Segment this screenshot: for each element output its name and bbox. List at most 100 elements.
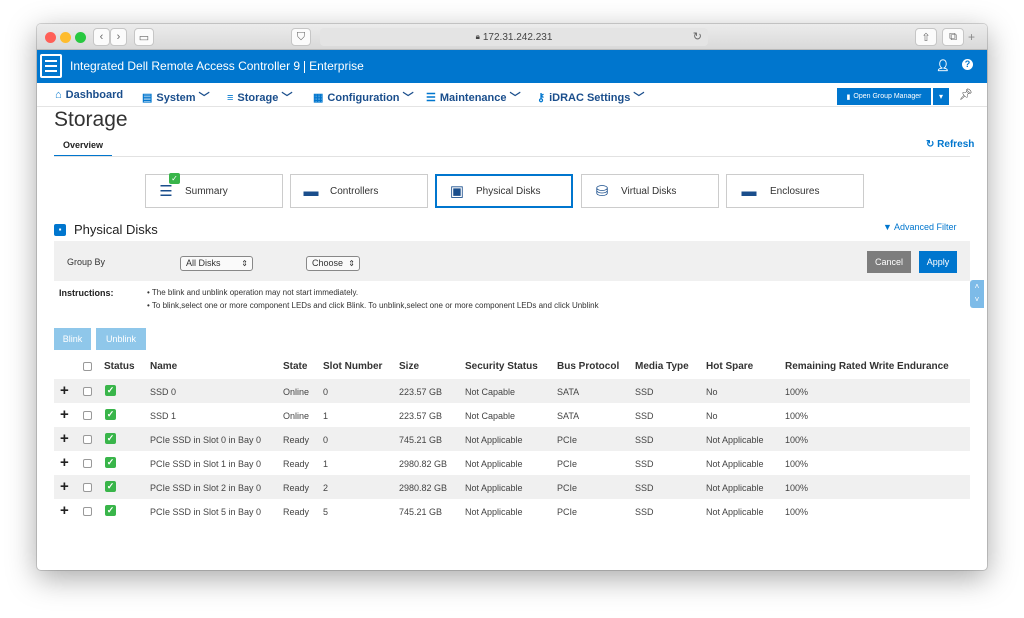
unblink-button[interactable]: Unblink bbox=[96, 328, 146, 350]
select-all-checkbox[interactable] bbox=[83, 362, 92, 371]
header-size[interactable]: Size bbox=[399, 361, 419, 372]
reload-icon[interactable]: ↻ bbox=[693, 30, 702, 43]
group-manager-dropdown-button[interactable]: ▾ bbox=[933, 88, 949, 105]
expand-icon[interactable]: + bbox=[60, 502, 69, 519]
nav-storage[interactable]: ≡ Storage ﹀ bbox=[227, 89, 292, 105]
open-group-manager-button[interactable]: ▮ Open Group Manager bbox=[837, 88, 931, 105]
row-checkbox[interactable] bbox=[83, 459, 92, 468]
expand-icon[interactable]: + bbox=[60, 430, 69, 447]
status-ok-icon: ✓ bbox=[105, 505, 116, 516]
table-row[interactable]: + ✓ PCIe SSD in Slot 5 in Bay 0 Ready 5 745.2… bbox=[54, 499, 970, 523]
header-remaining-endurance[interactable]: Remaining Rated Write Endurance bbox=[785, 361, 949, 372]
cell-state: Online bbox=[283, 411, 310, 421]
card-physical-disks[interactable]: ▣ Physical Disks bbox=[435, 174, 573, 208]
nav-configuration-label: Configuration bbox=[327, 92, 400, 104]
nav-maintenance[interactable]: ☰ Maintenance ﹀ bbox=[426, 89, 521, 105]
header-status[interactable]: Status bbox=[104, 361, 135, 372]
cell-endurance: 100% bbox=[785, 483, 809, 493]
group-by-select[interactable]: All Disks ⇕ bbox=[180, 256, 253, 271]
zoom-window-button[interactable] bbox=[75, 32, 86, 43]
select-arrows-icon: ⇕ bbox=[241, 259, 248, 268]
summary-icon: ☰ ✓ bbox=[155, 173, 180, 201]
refresh-icon: ↻ bbox=[926, 139, 935, 150]
cell-media: SSD bbox=[635, 411, 654, 421]
nav-system[interactable]: ▤ System ﹀ bbox=[142, 89, 210, 105]
table-header: Status Name State Slot Number Size Secur… bbox=[54, 354, 970, 379]
expand-icon[interactable]: + bbox=[60, 454, 69, 471]
nav-idrac-settings[interactable]: ⚷ iDRAC Settings ﹀ bbox=[537, 89, 644, 105]
group-by-label: Group By bbox=[67, 257, 106, 267]
header-security-status[interactable]: Security Status bbox=[465, 361, 538, 372]
advanced-filter-label: Advanced Filter bbox=[893, 222, 957, 232]
cell-security: Not Capable bbox=[465, 411, 516, 421]
cell-bus: SATA bbox=[557, 387, 580, 397]
address-bar[interactable]: 🔒︎ 172.31.242.231 ↻ bbox=[320, 28, 708, 46]
status-ok-icon: ✓ bbox=[105, 457, 116, 468]
cell-state: Ready bbox=[283, 435, 310, 445]
sidebar-toggle-icon[interactable]: ▭ bbox=[134, 28, 154, 46]
scroll-nav-tab[interactable]: ˄ ˅ bbox=[970, 280, 984, 308]
expand-icon[interactable]: + bbox=[60, 478, 69, 495]
cell-state: Online bbox=[283, 387, 310, 397]
row-checkbox[interactable] bbox=[83, 483, 92, 492]
table-row[interactable]: + ✓ PCIe SSD in Slot 0 in Bay 0 Ready 0 745.2… bbox=[54, 427, 970, 451]
table-row[interactable]: + ✓ PCIe SSD in Slot 2 in Bay 0 Ready 2 2980.… bbox=[54, 475, 970, 499]
cell-size: 223.57 GB bbox=[399, 387, 443, 397]
cell-security: Not Applicable bbox=[465, 435, 523, 445]
main-nav: ⌂ Dashboard ▤ System ﹀ ≡ Storage ﹀ ▦ Configu… bbox=[37, 83, 987, 107]
expand-icon[interactable]: + bbox=[60, 406, 69, 423]
shield-icon[interactable]: ⛉ bbox=[291, 28, 311, 46]
expand-icon[interactable]: + bbox=[60, 382, 69, 399]
forward-button[interactable]: › bbox=[110, 28, 127, 46]
card-controllers[interactable]: ▬ Controllers bbox=[290, 174, 428, 208]
back-button[interactable]: ‹ bbox=[93, 28, 110, 46]
key-icon: ⚷ bbox=[537, 92, 546, 104]
table-row[interactable]: + ✓ PCIe SSD in Slot 1 in Bay 0 Ready 1 2980.… bbox=[54, 451, 970, 475]
row-checkbox[interactable] bbox=[83, 507, 92, 516]
share-icon[interactable]: ⇧ bbox=[915, 28, 937, 46]
header-media-type[interactable]: Media Type bbox=[635, 361, 689, 372]
row-checkbox[interactable] bbox=[83, 387, 92, 396]
chevron-down-icon: ˅ bbox=[974, 295, 980, 304]
nav-dashboard[interactable]: ⌂ Dashboard bbox=[55, 89, 123, 101]
cell-security: Not Applicable bbox=[465, 507, 523, 517]
row-checkbox[interactable] bbox=[83, 435, 92, 444]
cancel-button[interactable]: Cancel bbox=[867, 251, 911, 273]
apply-button[interactable]: Apply bbox=[919, 251, 957, 273]
header-state[interactable]: State bbox=[283, 361, 307, 372]
choose-select[interactable]: Choose ⇕ bbox=[306, 256, 360, 271]
close-window-button[interactable] bbox=[45, 32, 56, 43]
header-bus-protocol[interactable]: Bus Protocol bbox=[557, 361, 619, 372]
cell-hot-spare: Not Applicable bbox=[706, 507, 764, 517]
card-summary[interactable]: ☰ ✓ Summary bbox=[145, 173, 283, 208]
card-enclosures[interactable]: ▬ Enclosures bbox=[726, 174, 864, 208]
pin-icon[interactable]: 📌︎ bbox=[959, 88, 973, 101]
cell-hot-spare: Not Applicable bbox=[706, 483, 764, 493]
advanced-filter-link[interactable]: ▼ Advanced Filter bbox=[883, 222, 956, 232]
new-tab-icon[interactable]: + bbox=[968, 30, 975, 44]
cell-name: SSD 0 bbox=[150, 387, 177, 397]
refresh-button[interactable]: ↻ Refresh bbox=[926, 139, 974, 150]
table-row[interactable]: + ✓ SSD 0 Online 0 223.57 GB Not Capable SATA SS… bbox=[54, 379, 970, 403]
edition-text: Enterprise bbox=[309, 59, 364, 73]
row-checkbox[interactable] bbox=[83, 411, 92, 420]
tabs-icon[interactable]: ⧉ bbox=[942, 28, 964, 46]
storage-icon: ≡ bbox=[227, 92, 234, 104]
card-virtual-disks[interactable]: ⛁ Virtual Disks bbox=[581, 174, 719, 208]
user-icon[interactable]: 👤︎ bbox=[936, 59, 950, 72]
nav-maintenance-label: Maintenance bbox=[439, 92, 507, 104]
cell-slot: 1 bbox=[323, 459, 329, 469]
table-row[interactable]: + ✓ SSD 1 Online 1 223.57 GB Not Capable SATA SS… bbox=[54, 403, 970, 427]
help-icon[interactable]: ? bbox=[962, 59, 973, 70]
tab-overview[interactable]: Overview bbox=[54, 140, 113, 157]
header-name[interactable]: Name bbox=[150, 361, 177, 372]
cell-bus: PCIe bbox=[557, 459, 578, 469]
instruction-item: • The blink and unblink operation may no… bbox=[147, 288, 359, 297]
blink-button[interactable]: Blink bbox=[54, 328, 91, 350]
minimize-window-button[interactable] bbox=[60, 32, 71, 43]
header-slot-number[interactable]: Slot Number bbox=[323, 361, 382, 372]
nav-configuration[interactable]: ▦ Configuration ﹀ bbox=[313, 89, 414, 105]
header-hot-spare[interactable]: Hot Spare bbox=[706, 361, 753, 372]
cell-slot: 2 bbox=[323, 483, 329, 493]
open-group-manager-label: Open Group Manager bbox=[853, 93, 922, 100]
